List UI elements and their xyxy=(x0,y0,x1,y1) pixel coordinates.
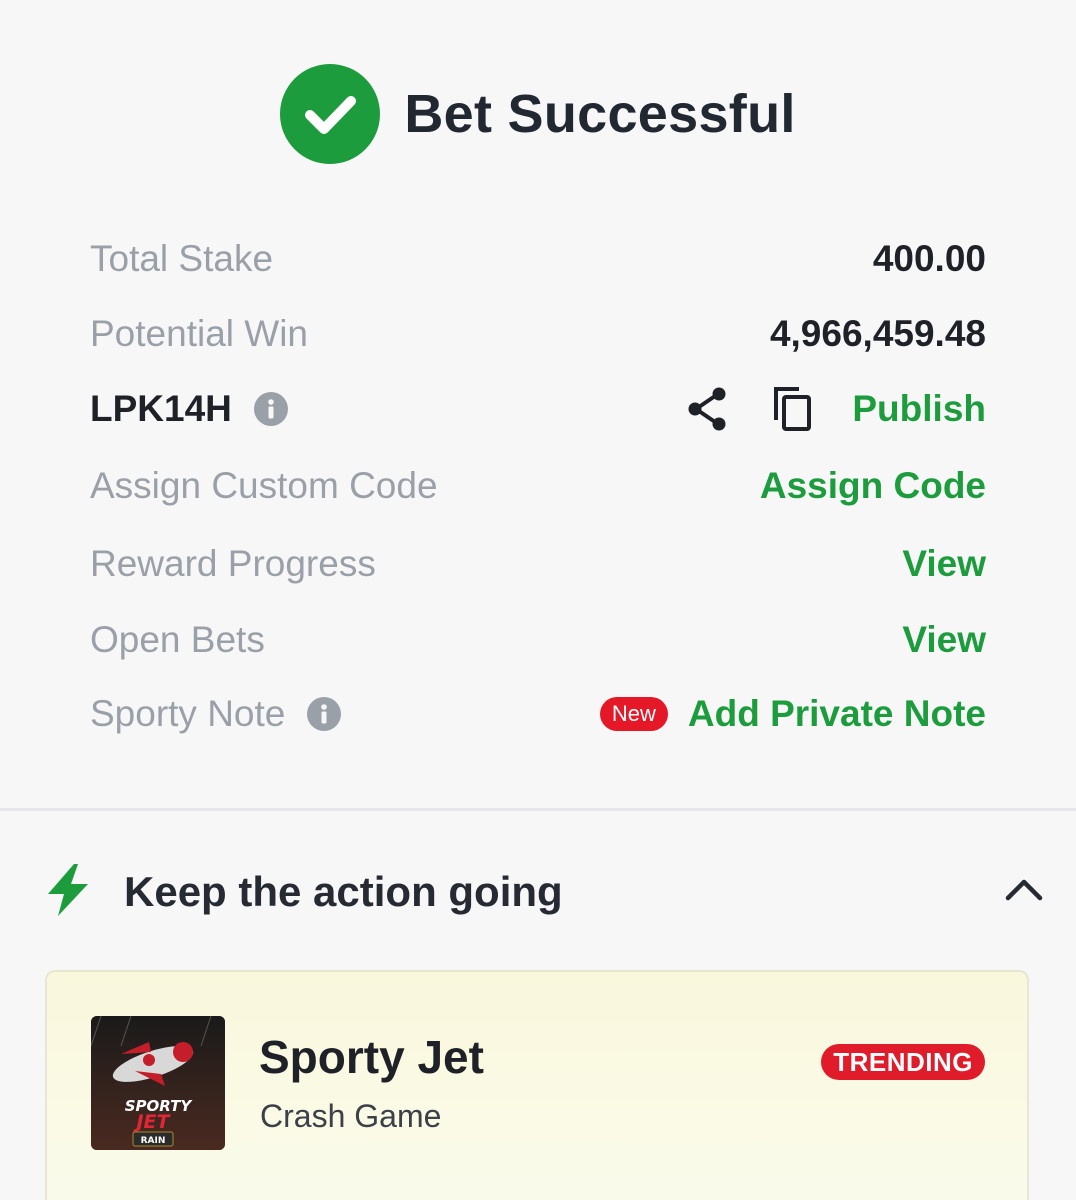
section-title: Keep the action going xyxy=(124,868,563,915)
potential-win-label: Potential Win xyxy=(90,313,308,354)
svg-text:JET: JET xyxy=(132,1111,171,1133)
open-bets-label: Open Bets xyxy=(90,619,265,660)
potential-win-value: 4,966,459.48 xyxy=(769,313,986,354)
game-thumbnail[interactable]: SPORTY JET RAIN xyxy=(91,1016,225,1150)
sporty-note-label-group: Sporty Note xyxy=(90,693,342,735)
success-header: Bet Successful xyxy=(0,62,1076,166)
chevron-up-icon[interactable] xyxy=(1004,870,1044,915)
booking-code: LPK14H xyxy=(90,388,288,430)
total-stake-label: Total Stake xyxy=(90,238,274,279)
booking-code-text: LPK14H xyxy=(90,388,232,429)
game-name: Sporty Jet xyxy=(259,1031,484,1083)
keep-action-header[interactable]: Keep the action going xyxy=(44,862,1044,922)
open-bets-row: Open Bets View xyxy=(90,615,986,665)
booking-code-actions: Publish xyxy=(686,385,986,433)
custom-code-label: Assign Custom Code xyxy=(90,465,438,506)
reward-progress-label: Reward Progress xyxy=(90,543,376,584)
info-icon[interactable] xyxy=(253,392,288,426)
sporty-note-row: Sporty Note New Add Private Note xyxy=(90,689,986,739)
assign-code-link[interactable]: Assign Code xyxy=(760,465,986,507)
sporty-note-actions: New Add Private Note xyxy=(599,693,986,735)
booking-code-row: LPK14H Publish xyxy=(90,384,986,434)
new-badge: New xyxy=(599,697,668,731)
sporty-note-label: Sporty Note xyxy=(90,693,286,734)
total-stake-value: 400.00 xyxy=(872,238,986,279)
game-type: Crash Game xyxy=(260,1098,442,1134)
open-bets-view-link[interactable]: View xyxy=(902,619,986,661)
info-icon[interactable] xyxy=(307,697,342,731)
potential-win-row: Potential Win 4,966,459.48 xyxy=(90,309,986,359)
lightning-icon xyxy=(44,862,92,923)
add-private-note-link[interactable]: Add Private Note xyxy=(688,693,986,735)
total-stake-row: Total Stake 400.00 xyxy=(90,234,986,284)
page-title: Bet Successful xyxy=(404,84,796,144)
section-divider xyxy=(0,808,1076,811)
trending-badge: TRENDING xyxy=(821,1044,985,1080)
custom-code-row: Assign Custom Code Assign Code xyxy=(90,461,986,511)
reward-progress-view-link[interactable]: View xyxy=(902,543,986,585)
publish-link[interactable]: Publish xyxy=(852,388,986,430)
game-card[interactable]: SPORTY JET RAIN Sporty Jet Crash Game TR… xyxy=(45,970,1029,1200)
check-circle-icon xyxy=(280,64,381,164)
svg-text:RAIN: RAIN xyxy=(141,1136,166,1146)
reward-progress-row: Reward Progress View xyxy=(90,539,986,589)
share-icon[interactable] xyxy=(686,386,730,432)
copy-icon[interactable] xyxy=(770,385,814,433)
bet-success-page: Bet Successful Total Stake 400.00 Potent… xyxy=(0,0,1076,1200)
